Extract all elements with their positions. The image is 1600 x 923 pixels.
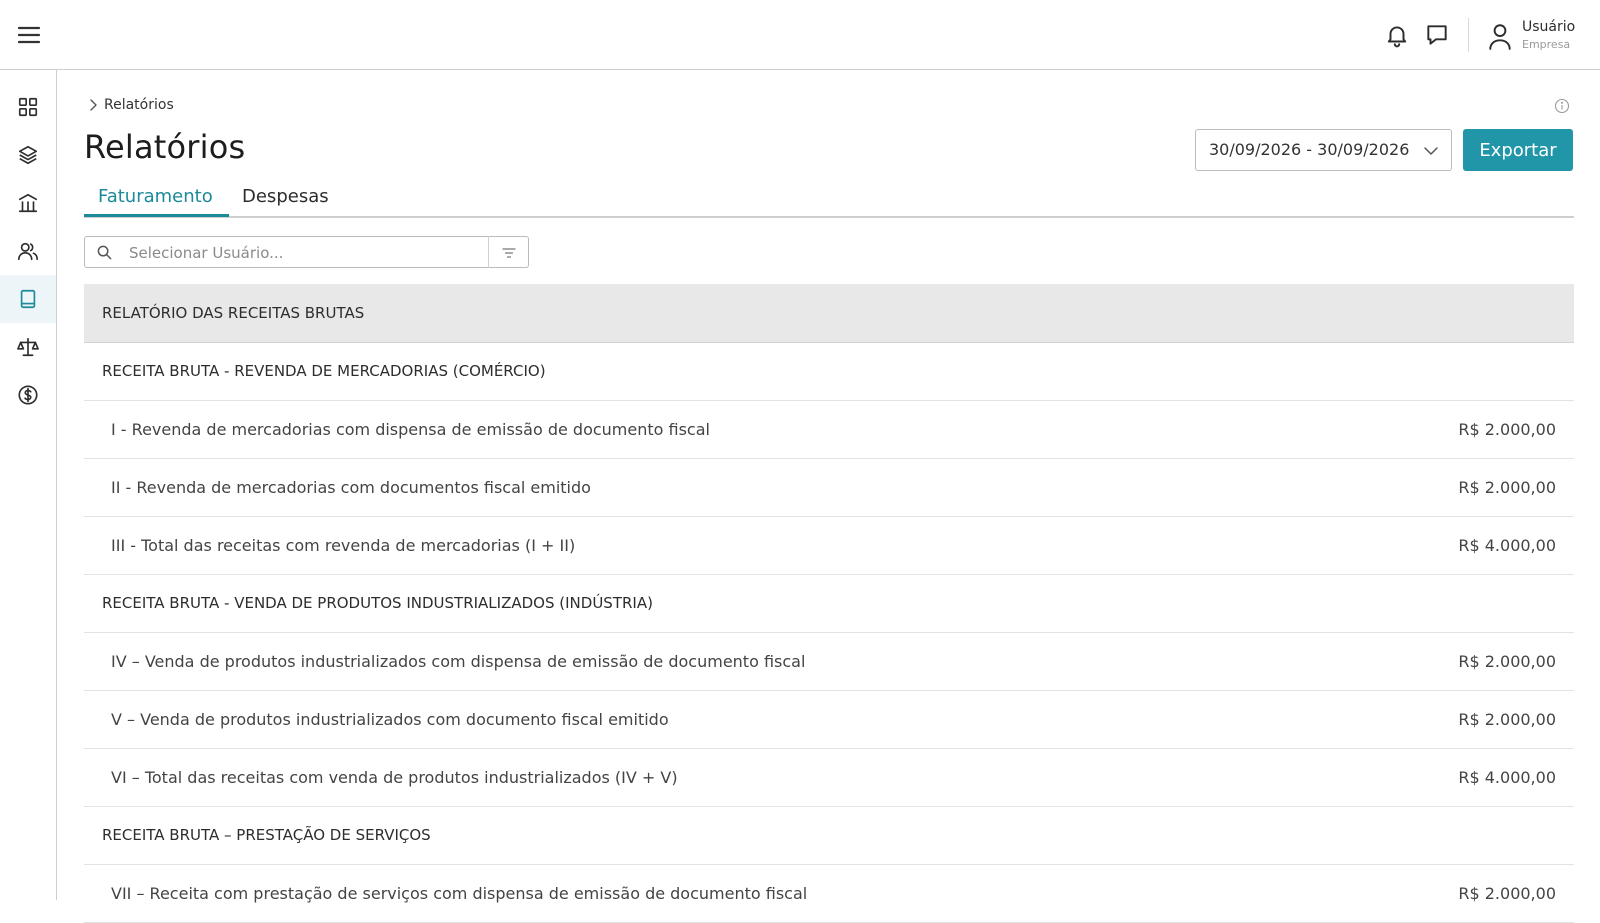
sidebar-item-reports[interactable]: [0, 275, 56, 323]
breadcrumb-current[interactable]: Relatórios: [104, 97, 174, 113]
revenue-report: RELATÓRIO DAS RECEITAS BRUTAS RECEITA BR…: [84, 284, 1574, 923]
export-button[interactable]: Exportar: [1463, 129, 1573, 171]
report-item-row: IV – Venda de produtos industrializados …: [84, 633, 1574, 691]
item-label: I - Revenda de mercadorias com dispensa …: [111, 420, 710, 439]
sidebar-item-users[interactable]: [0, 227, 56, 275]
search-input[interactable]: [127, 239, 481, 267]
chevron-down-icon: [1424, 147, 1438, 155]
bell-icon[interactable]: [1384, 22, 1410, 48]
report-title: RELATÓRIO DAS RECEITAS BRUTAS: [84, 284, 1574, 343]
layers-icon: [18, 145, 38, 165]
user-icon[interactable]: [1487, 22, 1513, 50]
dollar-circle-icon: [18, 385, 38, 405]
sidebar-item-layers[interactable]: [0, 131, 56, 179]
sidebar-item-scale[interactable]: [0, 323, 56, 371]
book-icon: [20, 289, 36, 309]
item-value: R$ 2.000,00: [1458, 420, 1556, 439]
search-icon: [97, 245, 112, 260]
item-value: R$ 4.000,00: [1458, 536, 1556, 555]
active-tab-indicator: [84, 214, 229, 217]
chevron-right-icon: [90, 99, 97, 111]
filter-icon: [502, 248, 516, 258]
item-label: III - Total das receitas com revenda de …: [111, 536, 576, 555]
section-label: RECEITA BRUTA - VENDA DE PRODUTOS INDUST…: [102, 594, 653, 612]
item-value: R$ 2.000,00: [1458, 652, 1556, 671]
info-icon[interactable]: [1554, 98, 1570, 114]
user-name[interactable]: Usuário: [1522, 19, 1575, 35]
tab-faturamento[interactable]: Faturamento: [98, 186, 213, 207]
report-item-row: I - Revenda de mercadorias com dispensa …: [84, 401, 1574, 459]
page-title: Relatórios: [84, 128, 246, 166]
item-value: R$ 4.000,00: [1458, 768, 1556, 787]
top-bar: Usuário Empresa: [0, 0, 1600, 70]
report-item-row: VI – Total das receitas com venda de pro…: [84, 749, 1574, 807]
item-label: II - Revenda de mercadorias com document…: [111, 478, 591, 497]
header-divider: [1468, 18, 1469, 52]
item-label: VI – Total das receitas com venda de pro…: [111, 768, 678, 787]
filter-button[interactable]: [488, 236, 529, 268]
bank-icon: [18, 193, 38, 213]
item-value: R$ 2.000,00: [1458, 710, 1556, 729]
sidebar-item-bank[interactable]: [0, 179, 56, 227]
sidebar-item-dashboard[interactable]: [0, 83, 56, 131]
section-label: RECEITA BRUTA – PRESTAÇÃO DE SERVIÇOS: [102, 826, 431, 844]
report-rows: RECEITA BRUTA - REVENDA DE MERCADORIAS (…: [84, 343, 1574, 923]
breadcrumb: Relatórios: [88, 97, 174, 113]
item-value: R$ 2.000,00: [1458, 884, 1556, 903]
report-item-row: III - Total das receitas com revenda de …: [84, 517, 1574, 575]
tab-bar: Faturamento Despesas: [84, 180, 1574, 218]
report-item-row: VII – Receita com prestação de serviços …: [84, 865, 1574, 923]
section-label: RECEITA BRUTA - REVENDA DE MERCADORIAS (…: [102, 362, 546, 380]
sidebar-item-finance[interactable]: [0, 371, 56, 419]
users-icon: [18, 242, 38, 261]
dashboard-grid-icon: [18, 97, 38, 117]
report-section-row: RECEITA BRUTA – PRESTAÇÃO DE SERVIÇOS: [84, 807, 1574, 865]
report-section-row: RECEITA BRUTA - REVENDA DE MERCADORIAS (…: [84, 343, 1574, 401]
report-item-row: II - Revenda de mercadorias com document…: [84, 459, 1574, 517]
tab-despesas[interactable]: Despesas: [242, 186, 329, 207]
date-range-picker[interactable]: 30/09/2026 - 30/09/2026: [1195, 129, 1452, 171]
user-search: [84, 236, 489, 268]
user-company: Empresa: [1522, 38, 1571, 51]
sidebar: [0, 70, 57, 900]
report-item-row: V – Venda de produtos industrializados c…: [84, 691, 1574, 749]
item-value: R$ 2.000,00: [1458, 478, 1556, 497]
scale-icon: [17, 337, 39, 357]
report-section-row: RECEITA BRUTA - VENDA DE PRODUTOS INDUST…: [84, 575, 1574, 633]
date-range-value: 30/09/2026 - 30/09/2026: [1209, 140, 1410, 159]
item-label: IV – Venda de produtos industrializados …: [111, 652, 806, 671]
hamburger-icon[interactable]: [17, 23, 41, 47]
item-label: VII – Receita com prestação de serviços …: [111, 884, 808, 903]
item-label: V – Venda de produtos industrializados c…: [111, 710, 669, 729]
chat-icon[interactable]: [1424, 22, 1450, 48]
